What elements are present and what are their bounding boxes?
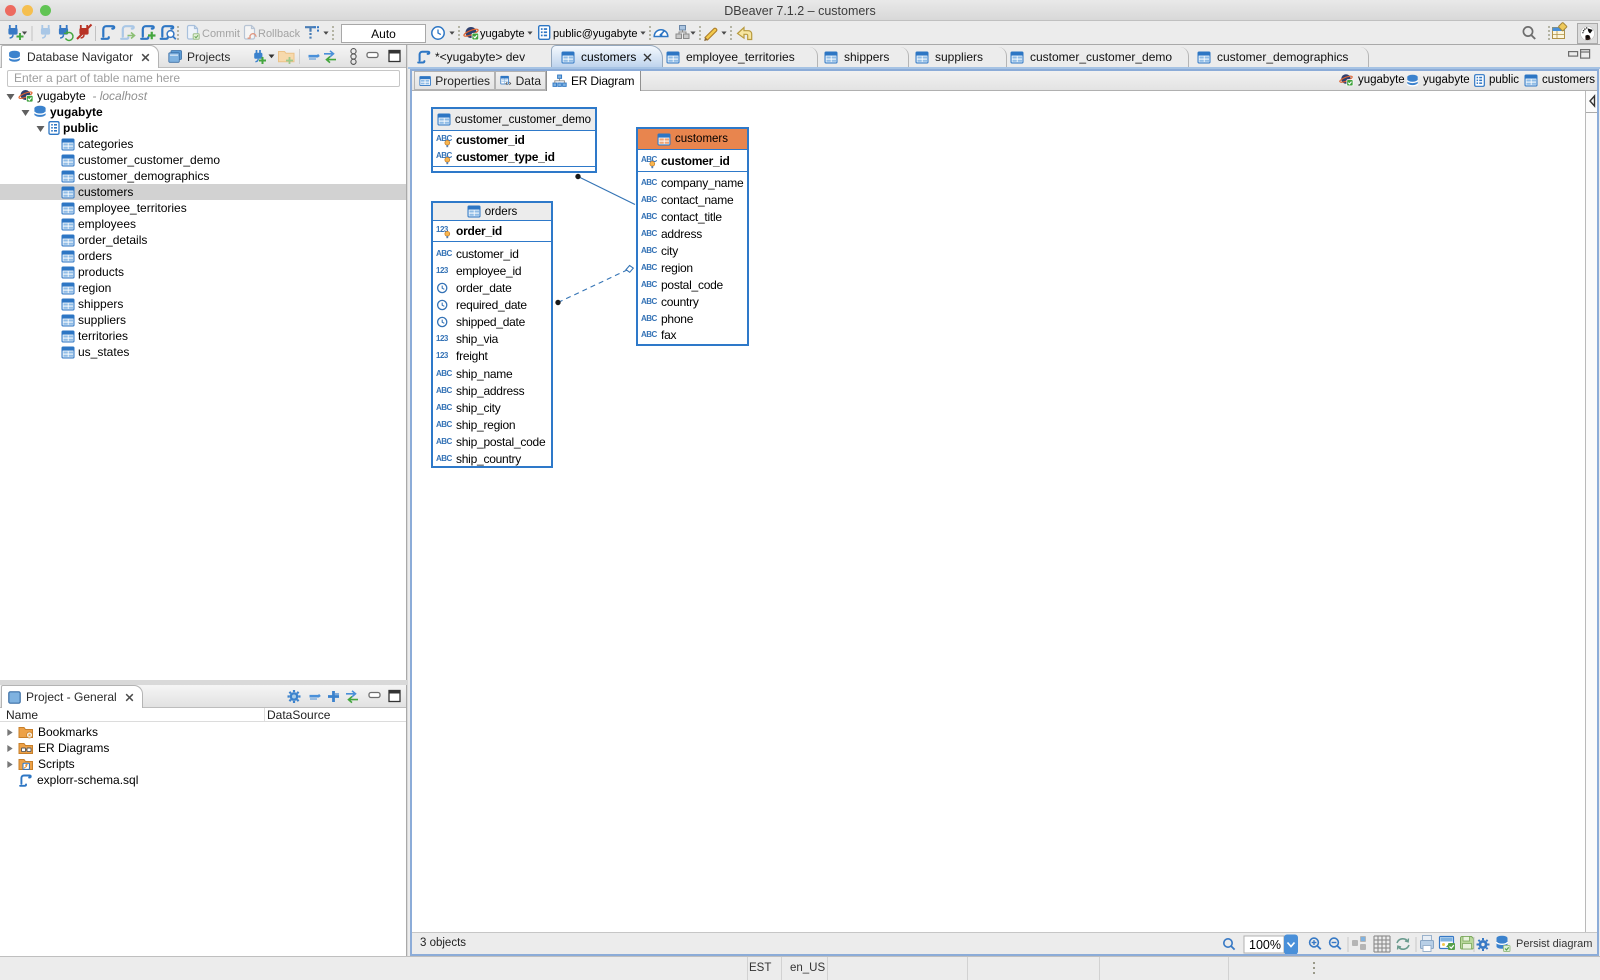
svg-text:ABC: ABC (641, 297, 657, 306)
svg-text:ABC: ABC (641, 330, 657, 339)
svg-text:ABC: ABC (641, 212, 657, 221)
svg-text:ABC: ABC (641, 246, 657, 255)
svg-text:123: 123 (436, 334, 449, 343)
svg-text:ABC: ABC (641, 314, 657, 323)
svg-text:ABC: ABC (641, 280, 657, 289)
svg-text:100%: 100% (1249, 938, 1281, 952)
svg-text:ABC: ABC (641, 195, 657, 204)
svg-text:ABC: ABC (436, 369, 452, 378)
svg-text:ABC: ABC (641, 263, 657, 272)
svg-text:ABC: ABC (436, 437, 452, 446)
svg-text:ABC: ABC (436, 454, 452, 463)
svg-text:ABC: ABC (436, 249, 452, 258)
svg-text:ABC: ABC (436, 420, 452, 429)
svg-text:ABC: ABC (641, 229, 657, 238)
svg-text:ABC: ABC (641, 178, 657, 187)
svg-text:123: 123 (436, 266, 449, 275)
svg-text:ABC: ABC (436, 386, 452, 395)
svg-text:ABC: ABC (436, 403, 452, 412)
svg-text:123: 123 (436, 351, 449, 360)
